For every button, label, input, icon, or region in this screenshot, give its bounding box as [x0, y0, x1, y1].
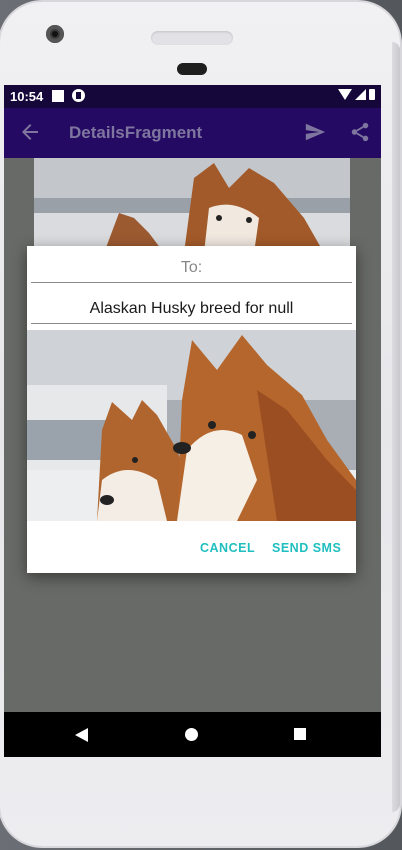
notification-app-icon	[72, 89, 85, 102]
front-camera	[46, 25, 64, 43]
wifi-icon	[338, 89, 352, 100]
phone-earpiece	[177, 63, 207, 75]
status-bar: 10:54	[4, 85, 381, 108]
sms-dialog: CANCEL SEND SMS	[27, 246, 356, 573]
app-toolbar: DetailsFragment	[4, 108, 381, 158]
nav-back-icon[interactable]	[75, 728, 88, 742]
phone-edge	[392, 42, 400, 812]
signal-icon	[355, 89, 366, 100]
toolbar-title: DetailsFragment	[69, 123, 203, 142]
phone-speaker-grille	[151, 31, 233, 45]
status-icons	[338, 89, 375, 100]
send-sms-button[interactable]: SEND SMS	[272, 541, 341, 555]
arrow-left-icon[interactable]	[18, 120, 42, 144]
message-field[interactable]	[31, 294, 352, 324]
share-icon[interactable]	[349, 121, 371, 143]
send-icon[interactable]	[304, 121, 326, 143]
to-field[interactable]	[31, 253, 352, 283]
battery-icon	[369, 89, 375, 100]
husky-background-image	[34, 158, 350, 253]
status-time: 10:54	[10, 89, 44, 104]
phone-frame: 10:54 DetailsFragment To: Alaskan Husky …	[0, 0, 402, 848]
cancel-button[interactable]: CANCEL	[200, 541, 255, 555]
dialog-actions: CANCEL SEND SMS	[27, 521, 356, 573]
notification-square-icon	[52, 90, 64, 102]
nav-recents-icon[interactable]	[294, 728, 306, 740]
navigation-bar	[4, 712, 381, 757]
husky-image	[27, 330, 356, 521]
nav-home-icon[interactable]	[185, 728, 198, 741]
